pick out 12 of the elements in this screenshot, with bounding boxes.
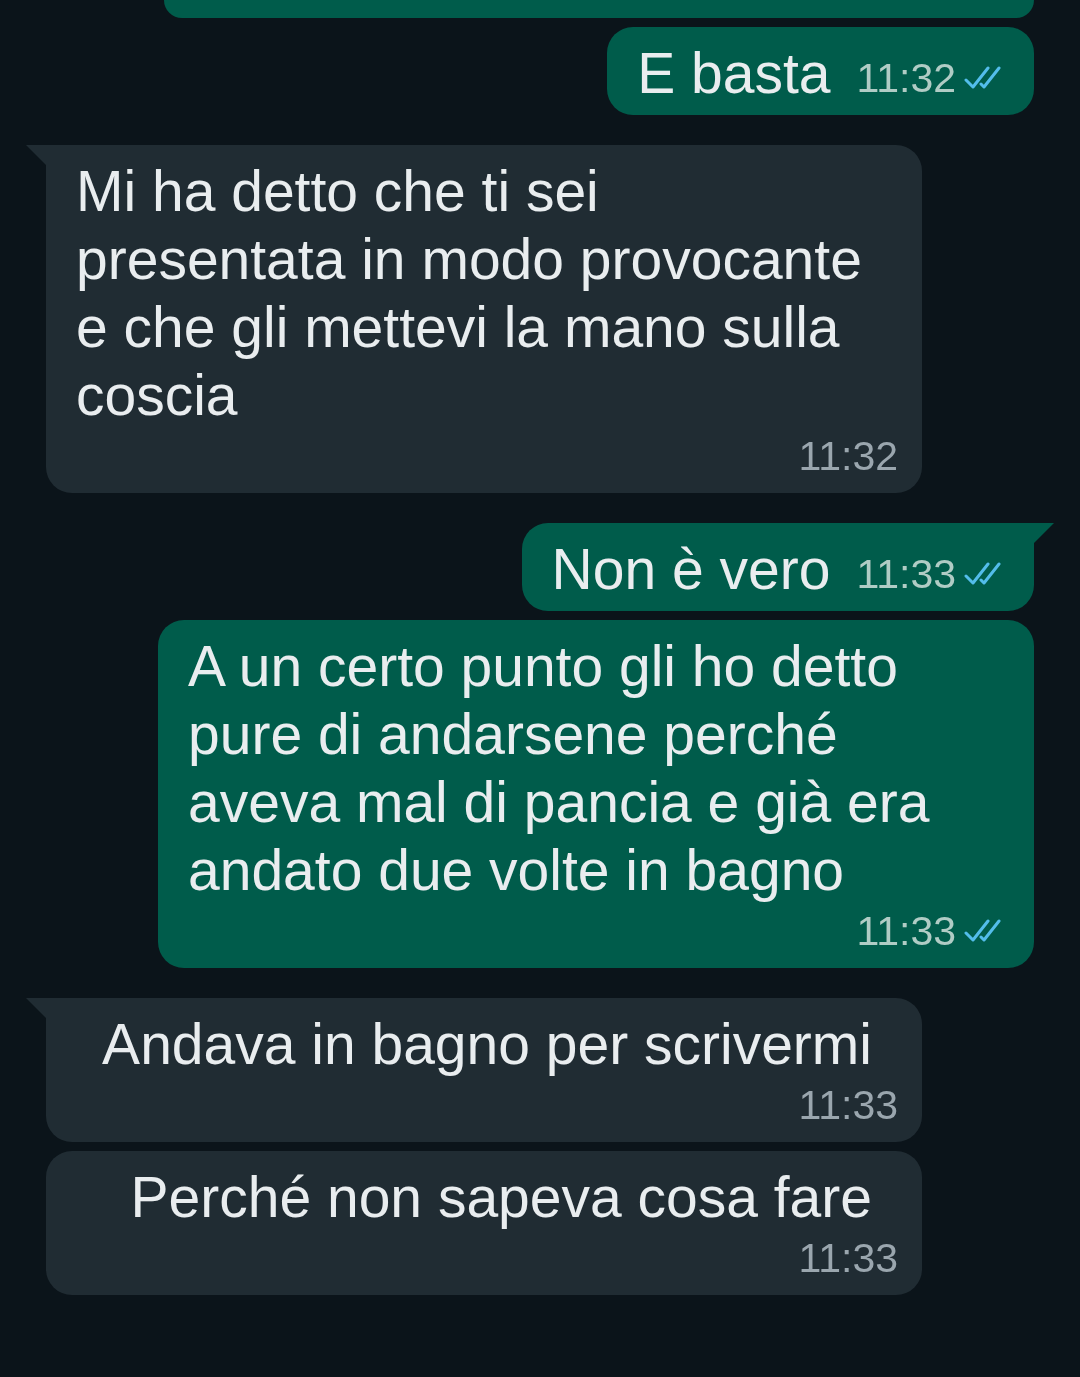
message-time: 11:32 bbox=[798, 432, 898, 481]
message-time: 11:33 bbox=[856, 550, 956, 599]
message-time: 11:33 bbox=[856, 907, 956, 956]
message-text: Andava in bagno per scrivermi bbox=[102, 1011, 872, 1078]
message-time: 11:32 bbox=[856, 54, 956, 103]
message-time: 11:33 bbox=[798, 1234, 898, 1283]
message-text: Non è vero bbox=[551, 536, 831, 603]
message-time: 11:33 bbox=[798, 1081, 898, 1130]
message-text: A un certo punto gli ho detto pure di andarsene perché aveva mal di pancia e già era andato due volte in bagno bbox=[188, 633, 931, 904]
message-text: Mi ha detto che ti sei presentata in modo provocante e che gli mettevi la mano sulla coscia bbox=[76, 158, 863, 429]
message-text: E basta bbox=[637, 40, 831, 107]
message-text: Perché non sapeva cosa fare bbox=[130, 1164, 872, 1231]
